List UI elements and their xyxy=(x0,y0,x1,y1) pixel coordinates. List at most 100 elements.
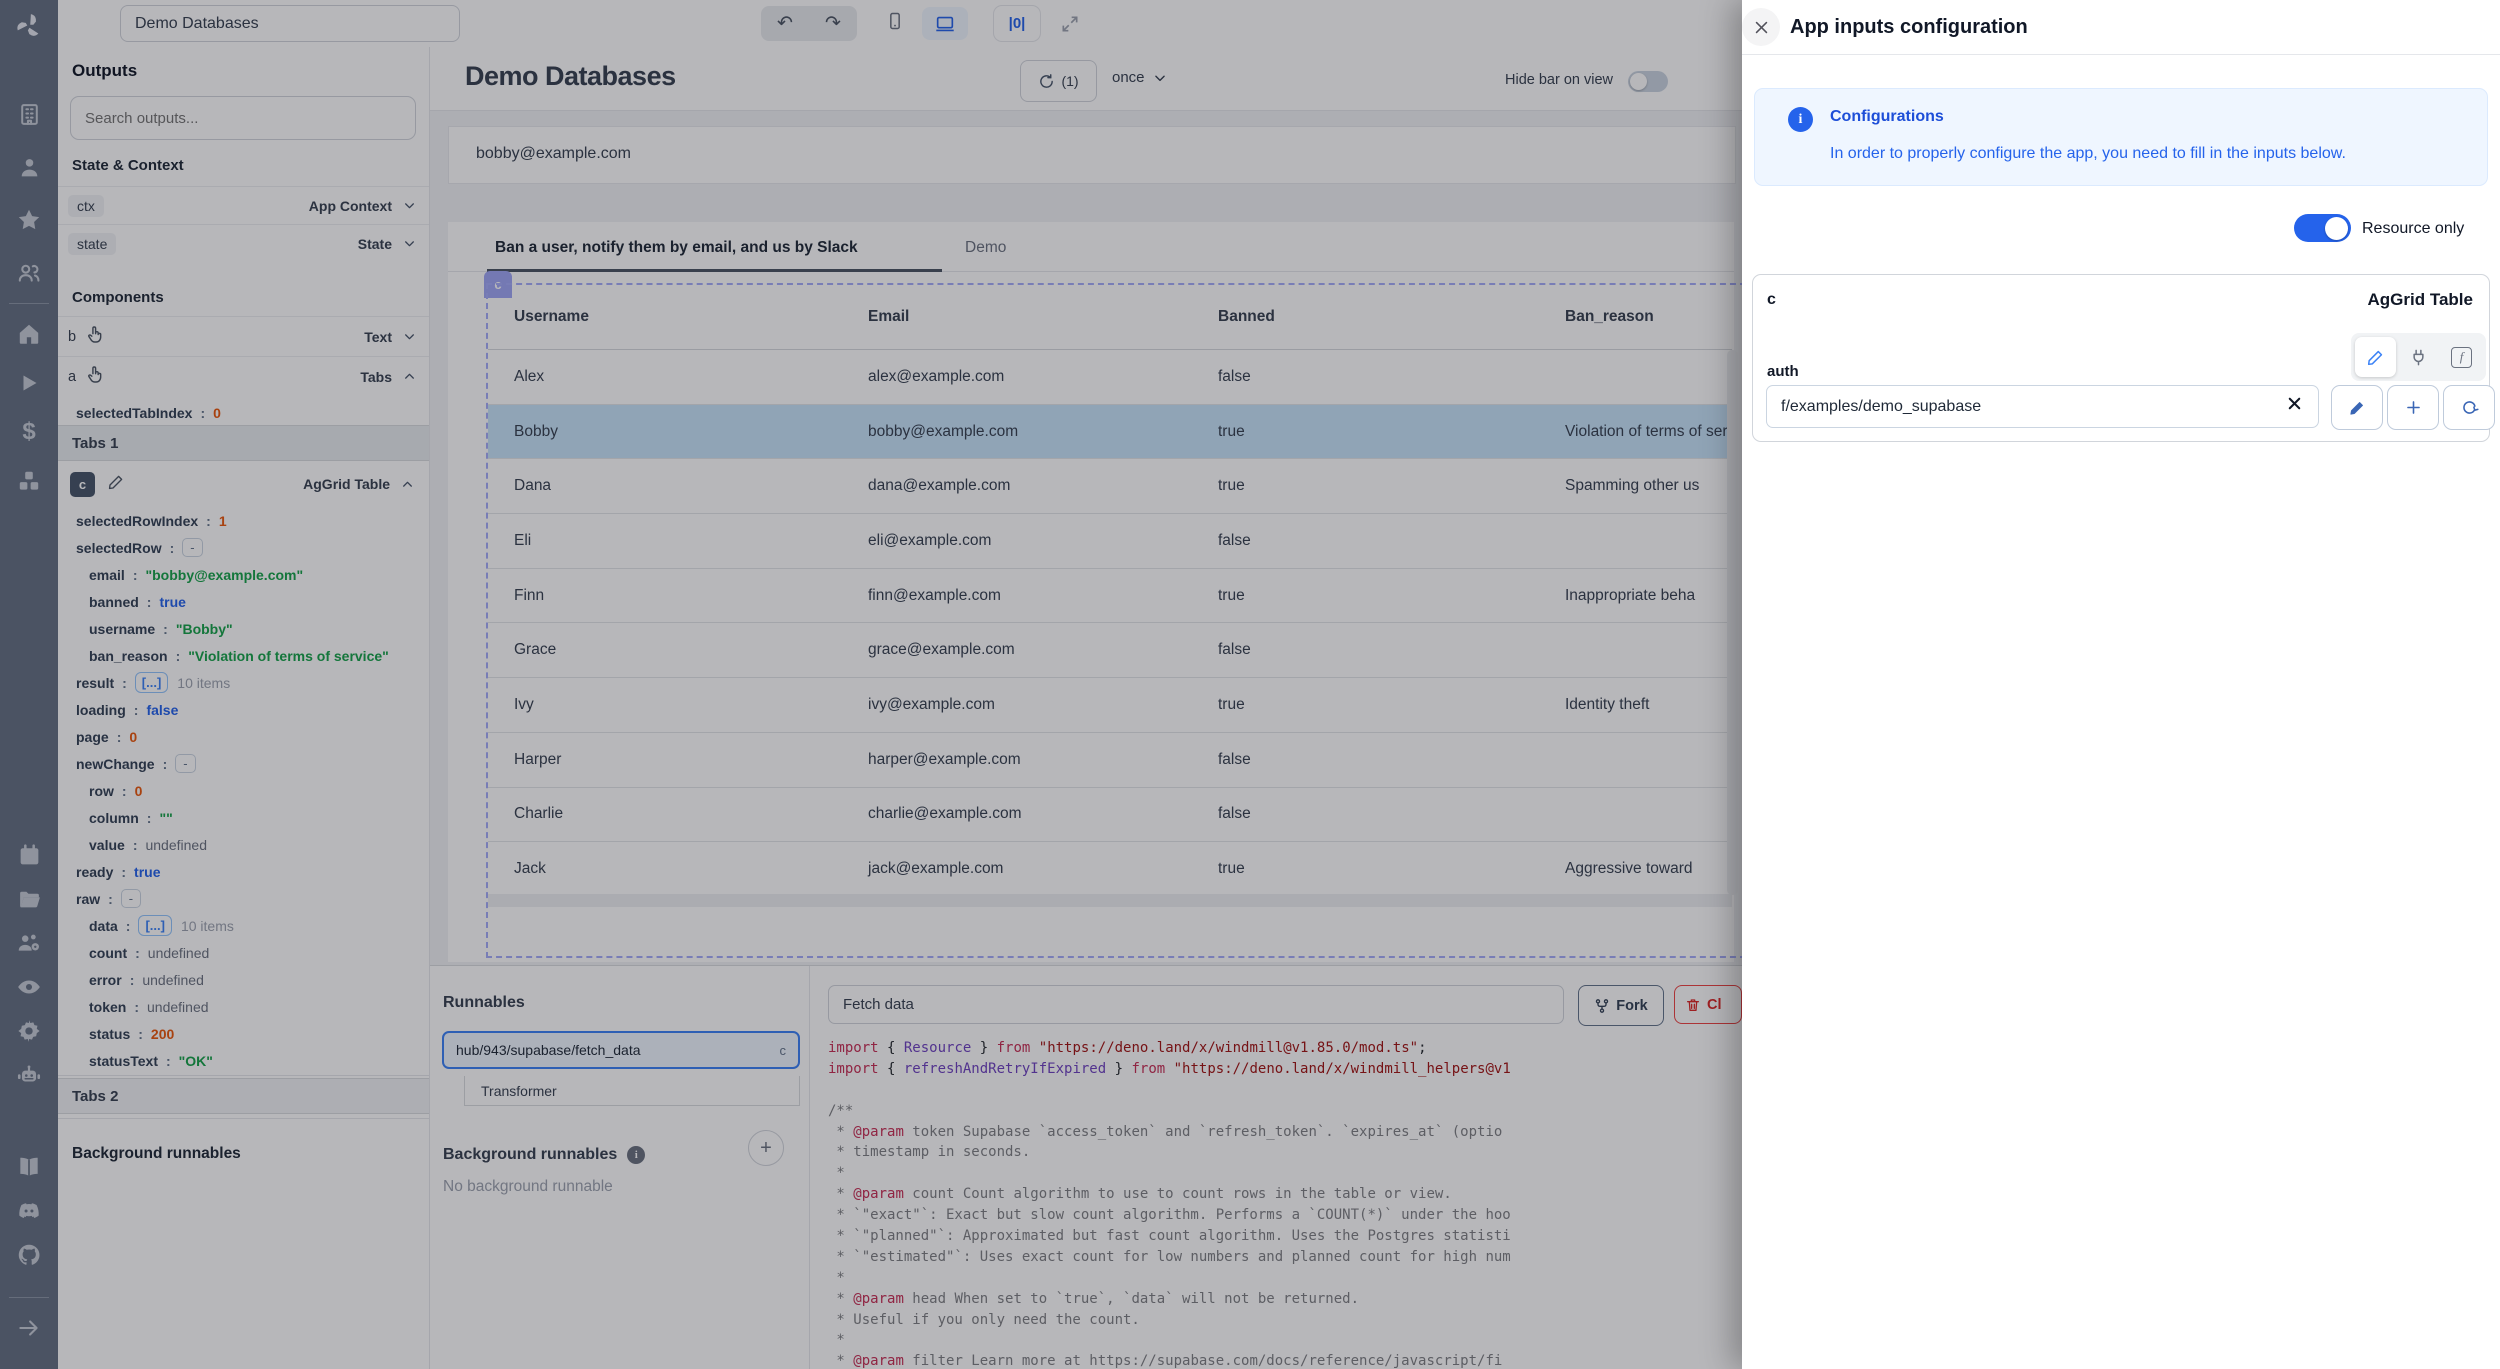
schedule-calendar-icon[interactable] xyxy=(0,833,58,877)
component-row-c[interactable]: c AgGrid Table xyxy=(58,462,429,506)
column-header[interactable]: Username xyxy=(488,308,842,326)
eye-icon[interactable] xyxy=(0,965,58,1009)
chevron-up-icon[interactable] xyxy=(399,367,419,387)
output-tree-row[interactable]: ready:true xyxy=(76,858,426,885)
app-name-input[interactable] xyxy=(120,5,460,42)
chevron-up-icon[interactable] xyxy=(397,474,417,494)
output-tree-row[interactable]: column:"" xyxy=(76,804,426,831)
home-icon[interactable] xyxy=(0,312,58,356)
add-background-runnable-button[interactable]: + xyxy=(748,1130,784,1166)
output-tree-row[interactable]: ban_reason:"Violation of terms of servic… xyxy=(76,642,426,669)
desktop-icon[interactable] xyxy=(922,7,968,40)
align-zero-button[interactable]: |0| xyxy=(994,6,1040,41)
edit-resource-button[interactable] xyxy=(2331,385,2383,430)
output-row-state[interactable]: state State xyxy=(58,224,429,262)
refresh-resource-button[interactable] xyxy=(2443,385,2495,430)
component-row-a[interactable]: a Tabs xyxy=(58,356,429,396)
output-tree-row[interactable]: newChange:- xyxy=(76,750,426,777)
discord-icon[interactable] xyxy=(0,1189,58,1233)
gear-icon[interactable] xyxy=(0,1009,58,1053)
code-editor[interactable]: import { Resource } from "https://deno.l… xyxy=(828,1038,1762,1369)
vertical-scrollbar[interactable] xyxy=(1727,350,1738,895)
clear-button[interactable]: Cl xyxy=(1674,985,1742,1024)
output-tree-row[interactable]: page:0 xyxy=(76,723,426,750)
tab-demo[interactable]: Demo xyxy=(965,239,1006,257)
output-tree-row[interactable]: email:"bobby@example.com" xyxy=(76,561,426,588)
user-group-gear-icon[interactable] xyxy=(0,921,58,965)
pencil-icon[interactable] xyxy=(107,473,125,496)
script-name-input[interactable] xyxy=(828,985,1564,1024)
refresh-button[interactable]: (1) xyxy=(1020,60,1097,102)
windmill-logo-icon[interactable] xyxy=(0,0,58,52)
star-icon[interactable] xyxy=(0,198,58,242)
collapse-arrow-icon[interactable] xyxy=(0,1306,58,1350)
output-tree-row[interactable]: error:undefined xyxy=(76,966,426,993)
connect-plug-icon[interactable] xyxy=(2398,337,2439,377)
component-row-b[interactable]: b Text xyxy=(58,316,429,356)
table-row[interactable]: Harperharper@example.comfalse xyxy=(488,733,1732,788)
output-row-ctx[interactable]: ctx App Context xyxy=(58,186,429,224)
resource-path-input[interactable] xyxy=(1766,385,2319,428)
hide-bar-toggle[interactable] xyxy=(1628,71,1668,92)
table-row[interactable]: Charliecharlie@example.comfalse xyxy=(488,788,1732,843)
docs-book-icon[interactable] xyxy=(0,1145,58,1189)
column-header[interactable]: Banned xyxy=(1192,308,1539,326)
table-row[interactable]: Elieli@example.comfalse xyxy=(488,514,1732,569)
table-row[interactable]: Ivyivy@example.comtrueIdentity theft xyxy=(488,678,1732,733)
fork-button[interactable]: Fork xyxy=(1578,985,1664,1026)
output-tree-row[interactable]: count:undefined xyxy=(76,939,426,966)
output-tree-row[interactable]: selectedRowIndex:1 xyxy=(76,507,426,534)
table-row[interactable]: Finnfinn@example.comtrueInappropriate be… xyxy=(488,569,1732,624)
building-icon[interactable] xyxy=(0,92,58,136)
search-outputs-input[interactable] xyxy=(70,96,416,140)
output-tree-row[interactable]: data:[...]10 items xyxy=(76,912,426,939)
horizontal-scrollbar[interactable] xyxy=(488,894,1732,907)
cubes-icon[interactable] xyxy=(0,459,58,503)
static-pencil-icon[interactable] xyxy=(2355,337,2396,377)
user-icon[interactable] xyxy=(0,145,58,189)
output-tree-row[interactable]: selectedTabIndex:0 xyxy=(76,399,221,426)
output-tree-row[interactable]: raw:- xyxy=(76,885,426,912)
aggrid-table[interactable]: Username Email Banned Ban_reason Alexale… xyxy=(488,285,1732,956)
close-icon[interactable] xyxy=(1742,8,1780,46)
chevron-down-icon[interactable] xyxy=(399,327,419,347)
output-tree-row[interactable]: username:"Bobby" xyxy=(76,615,426,642)
output-tree-row[interactable]: selectedRow:- xyxy=(76,534,426,561)
github-icon[interactable] xyxy=(0,1233,58,1277)
expand-icon[interactable] xyxy=(1050,6,1090,41)
tab-ban-user[interactable]: Ban a user, notify them by email, and us… xyxy=(495,239,858,257)
table-row[interactable]: Jackjack@example.comtrueAggressive towar… xyxy=(488,842,1732,897)
tabs1-header[interactable]: Tabs 1 xyxy=(58,425,429,461)
table-row[interactable]: Bobbybobby@example.comtrueViolation of t… xyxy=(488,405,1732,460)
chevron-down-icon[interactable] xyxy=(399,234,419,254)
output-tree-row[interactable]: row:0 xyxy=(76,777,426,804)
output-tree-row[interactable]: banned:true xyxy=(76,588,426,615)
runnable-item-transformer[interactable]: Transformer xyxy=(464,1076,800,1106)
dollar-icon[interactable]: $ xyxy=(0,410,58,454)
output-tree-row[interactable]: status:200 xyxy=(76,1020,426,1047)
team-icon[interactable] xyxy=(0,251,58,295)
schedule-dropdown[interactable]: once xyxy=(1112,69,1167,86)
add-resource-button[interactable] xyxy=(2387,385,2439,430)
table-row[interactable]: Danadana@example.comtrueSpamming other u… xyxy=(488,459,1732,514)
undo-icon[interactable]: ↶ xyxy=(777,12,793,35)
table-row[interactable]: Alexalex@example.comfalse xyxy=(488,350,1732,405)
redo-icon[interactable]: ↷ xyxy=(825,12,841,35)
column-header[interactable]: Email xyxy=(842,308,1192,326)
clear-x-icon[interactable] xyxy=(2285,394,2304,418)
output-tree-row[interactable]: statusText:"OK" xyxy=(76,1047,426,1074)
output-tree-row[interactable]: loading:false xyxy=(76,696,426,723)
resource-only-toggle[interactable] xyxy=(2294,214,2351,242)
column-header[interactable]: Ban_reason xyxy=(1539,308,1732,326)
function-icon[interactable]: f xyxy=(2441,337,2482,377)
mobile-icon[interactable] xyxy=(885,11,905,36)
output-tree-row[interactable]: result:[...]10 items xyxy=(76,669,426,696)
output-tree-row[interactable]: token:undefined xyxy=(76,993,426,1020)
runnable-item-fetch-data[interactable]: hub/943/supabase/fetch_data c xyxy=(442,1031,800,1069)
folder-icon[interactable] xyxy=(0,877,58,921)
table-row[interactable]: Gracegrace@example.comfalse xyxy=(488,623,1732,678)
text-component-card[interactable]: bobby@example.com xyxy=(448,126,1736,184)
output-tree-row[interactable]: value:undefined xyxy=(76,831,426,858)
robot-icon[interactable] xyxy=(0,1053,58,1097)
chevron-down-icon[interactable] xyxy=(399,196,419,216)
